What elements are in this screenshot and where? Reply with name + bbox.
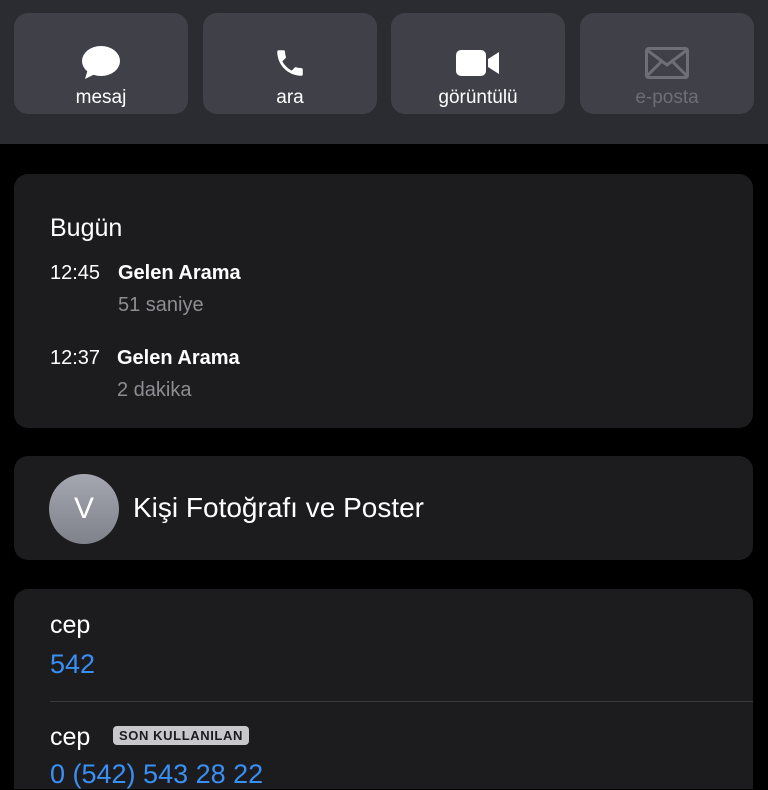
phone-numbers-card: cep 542 cep SON KULLANILAN 0 (542) 543 2… (14, 589, 753, 789)
envelope-icon (643, 41, 691, 85)
email-button[interactable]: e-posta (580, 13, 754, 114)
phone-label: cep (50, 723, 91, 751)
action-bar: mesaj ara görüntülü e-posta (0, 0, 768, 144)
video-label: görüntülü (438, 87, 518, 108)
call-button[interactable]: ara (203, 13, 377, 114)
contact-photo-poster-row[interactable]: V Kişi Fotoğrafı ve Poster (14, 456, 753, 560)
call-duration: 51 saniye (118, 294, 204, 316)
email-label: e-posta (635, 87, 699, 108)
call-label: ara (276, 87, 304, 108)
call-time: 12:37 (50, 347, 101, 369)
recently-used-badge: SON KULLANILAN (113, 726, 249, 745)
contact-photo-label: Kişi Fotoğrafı ve Poster (133, 492, 425, 523)
phone-label: cep (50, 611, 91, 639)
divider (50, 701, 753, 702)
call-type: Gelen Arama (118, 262, 241, 284)
message-button[interactable]: mesaj (14, 13, 188, 114)
history-day-heading: Bugün (50, 214, 123, 242)
call-type: Gelen Arama (117, 347, 240, 369)
phone-icon (266, 41, 314, 85)
phone-number-link[interactable]: 542 (50, 649, 95, 680)
video-button[interactable]: görüntülü (391, 13, 565, 114)
call-duration: 2 dakika (117, 379, 192, 401)
video-camera-icon (454, 41, 502, 85)
avatar: V (49, 474, 119, 544)
message-label: mesaj (75, 87, 127, 108)
message-bubble-icon (77, 41, 125, 85)
call-time: 12:45 (50, 262, 101, 284)
phone-number-link[interactable]: 0 (542) 543 28 22 (50, 759, 263, 790)
call-history-card: Bugün 12:45 Gelen Arama 51 saniye 12:37 … (14, 174, 753, 428)
